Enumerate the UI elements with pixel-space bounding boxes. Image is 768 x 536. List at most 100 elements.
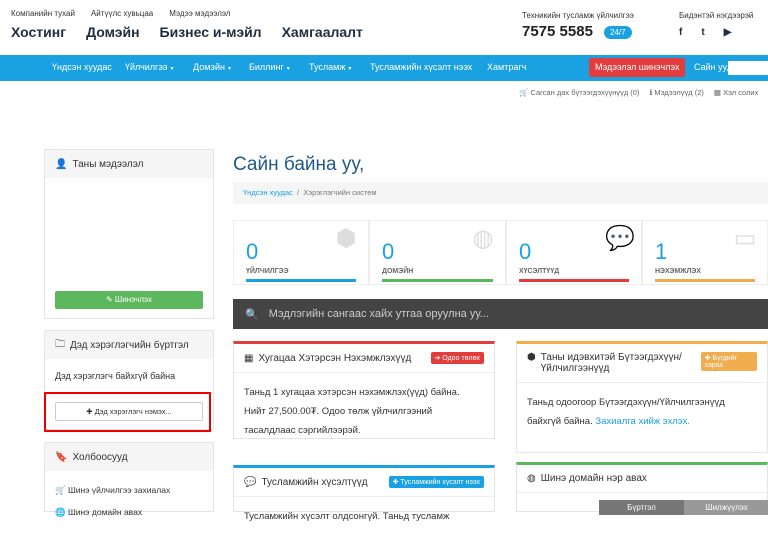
main-links: Хостинг Домэйн Бизнес и-мэйл Хамгаалалт <box>11 24 363 40</box>
shortcut-list: 🛒 Шинэ үйлчилгээ захиалах 🌐 Шинэ домайн … <box>45 471 213 531</box>
nav-support[interactable]: Тусламж ▾ <box>309 62 351 72</box>
nav-services[interactable]: Үйлчилгээ ▾ <box>125 62 174 72</box>
comments-icon: 💬 <box>605 225 635 252</box>
card-header: ▦ Хугацаа Хэтэрсэн Нэхэмжлэхүүд ➔ Одоо т… <box>234 344 494 373</box>
your-info-panel: 👤 Таны мэдээлэл ✎ Шинэчлэх <box>44 149 214 319</box>
toplink-news[interactable]: Мэдээ мэдээлэл <box>169 9 230 18</box>
support-badge: 24/7 <box>604 26 632 39</box>
stat-label: НЭХЭМЖЛЭХ <box>655 268 701 275</box>
card-header: 💬 Тусламжийн хүсэлтүүд ✚ Тусламжийн хүсэ… <box>234 468 494 497</box>
cart-link[interactable]: 🛒 Сагсан дах бүтээгдэхүүнүүд (0) <box>519 88 639 97</box>
mainlink-security[interactable]: Хамгаалалт <box>282 24 363 40</box>
folder-icon: 🗀 <box>55 338 65 350</box>
utility-bar: 🛒 Сагсан дах бүтээгдэхүүнүүд (0) ℹ Мэдээ… <box>519 88 758 97</box>
nav-open-ticket[interactable]: Тусламжийн хүсэлт нээх <box>370 62 472 72</box>
tab-register[interactable]: Бүртгэл <box>599 500 684 515</box>
site-header: Компанийн тухай Айтүүлс хувьцаа Мэдээ мэ… <box>0 0 768 55</box>
panel-header: 🗀 Дэд хэрэглэгчийн бүртгэл <box>45 331 213 359</box>
stat-number: 0 <box>382 239 395 264</box>
info-icon: ℹ <box>649 88 653 97</box>
stat-bar <box>519 279 629 282</box>
language-icon: ▦ <box>713 88 721 97</box>
search-input[interactable]: Мэдлэгийн сангаас хайх утгаа оруулна уу.… <box>269 308 489 320</box>
stat-bar <box>382 279 493 282</box>
support-label: Техникийн тусламж үйлчилгээ <box>522 11 634 20</box>
mainlink-domain[interactable]: Домэйн <box>86 24 139 40</box>
update-info-button[interactable]: Мэдээлэл шинэчлэх <box>589 58 686 77</box>
facebook-icon[interactable]: f <box>679 27 682 38</box>
tab-transfer[interactable]: Шилжүүлэх <box>684 500 768 515</box>
stat-label: ДОМЭЙН <box>382 268 414 275</box>
stat-bar <box>246 279 356 282</box>
breadcrumb-current: Хэрэглэгчийн систем <box>303 188 377 197</box>
user-icon: 👤 <box>55 158 68 170</box>
main-nav: Үндсэн хуудас Үйлчилгээ ▾ Домэйн ▾ Биллинг… <box>0 55 768 81</box>
language-link[interactable]: ▦ Хэл солих <box>714 88 758 97</box>
notices-link[interactable]: ℹ Мэдээлүүд (2) <box>649 88 703 97</box>
mainlink-hosting[interactable]: Хостинг <box>11 24 66 40</box>
chevron-down-icon: ▾ <box>286 66 290 72</box>
stat-label: ХҮСЭЛТҮҮД <box>519 268 560 275</box>
social-icons: f t ▶ <box>679 27 731 38</box>
contacts-empty-text: Дэд хэрэглэгч байхгүй байна <box>55 371 176 381</box>
calculator-icon: ▦ <box>244 352 254 364</box>
twitter-icon[interactable]: t <box>701 27 704 38</box>
active-services-card: ⬢ Таны идэвхитэй Бүтээгдэхүүн/ Үйлчилгээ… <box>516 341 768 453</box>
cube-icon: ⬢ <box>335 225 357 252</box>
social-label: Бидэнтэй нэгдээрэй <box>679 11 754 20</box>
breadcrumb: Үндсэн хуудас / Хэрэглэгчийн систем <box>233 182 768 204</box>
mainlink-email[interactable]: Бизнес и-мэйл <box>160 24 262 40</box>
panel-header: 👤 Таны мэдээлэл <box>45 150 213 178</box>
comments-icon: 💬 <box>244 476 257 488</box>
register-domain-card: ◍ Шинэ домайн нэр авах Бүртгэл Шилжүүлэх <box>516 462 768 515</box>
pay-now-button[interactable]: ➔ Одоо төлөх <box>430 352 484 364</box>
stat-invoices[interactable]: ▭ 1 НЭХЭМЖЛЭХ <box>642 220 768 285</box>
overdue-invoices-card: ▦ Хугацаа Хэтэрсэн Нэхэмжлэхүүд ➔ Одоо т… <box>233 341 495 439</box>
hello-label: Сайн уу, <box>694 62 729 72</box>
kb-search-bar[interactable]: 🔍 Мэдлэгийн сангаас хайх утгаа оруулна у… <box>233 299 768 329</box>
shortcuts-panel: 🔖 Холбоосууд 🛒 Шинэ үйлчилгээ захиалах 🌐 … <box>44 442 214 517</box>
chevron-down-icon: ▾ <box>170 66 174 72</box>
credit-card-icon: ▭ <box>733 225 757 252</box>
nav-billing[interactable]: Биллинг ▾ <box>249 62 290 72</box>
chevron-down-icon: ▾ <box>227 66 231 72</box>
support-phone: 7575 5585 <box>522 23 593 40</box>
breadcrumb-home[interactable]: Үндсэн хуудас <box>243 188 293 197</box>
domain-tabs: Бүртгэл Шилжүүлэх <box>599 500 768 515</box>
bookmark-icon: 🔖 <box>55 451 68 463</box>
stat-bar <box>655 279 755 282</box>
shortcut-order[interactable]: 🛒 Шинэ үйлчилгээ захиалах <box>55 479 203 501</box>
search-icon: 🔍 <box>245 308 259 321</box>
globe-icon: ◍ <box>527 473 536 484</box>
breadcrumb-sep: / <box>294 188 302 197</box>
toplink-shares[interactable]: Айтүүлс хувьцаа <box>91 9 153 18</box>
stat-number: 0 <box>246 239 259 264</box>
open-ticket-button[interactable]: ✚ Тусламжийн хүсэлт нээх <box>388 476 484 488</box>
tickets-card: 💬 Тусламжийн хүсэлтүүд ✚ Тусламжийн хүсэ… <box>233 465 495 522</box>
place-order-link[interactable]: Захиалга хийж эхлэх. <box>595 416 690 427</box>
stat-services[interactable]: ⬢ 0 ҮЙЛЧИЛГЭЭ <box>233 220 369 285</box>
card-header: ◍ Шинэ домайн нэр авах <box>517 465 767 493</box>
stat-label: ҮЙЛЧИЛГЭЭ <box>246 268 289 275</box>
update-button[interactable]: ✎ Шинэчлэх <box>55 291 203 309</box>
panel-header: 🔖 Холбоосууд <box>45 443 213 471</box>
highlight-box <box>44 392 211 432</box>
view-all-button[interactable]: ✚ Бүгдийг харах <box>700 352 757 371</box>
cart-icon: 🛒 <box>519 88 529 97</box>
nav-domain[interactable]: Домэйн ▾ <box>193 62 231 72</box>
chevron-down-icon: ▾ <box>348 66 352 72</box>
stat-number: 0 <box>519 239 532 264</box>
cube-icon: ⬢ <box>527 352 536 363</box>
card-header: ⬢ Таны идэвхитэй Бүтээгдэхүүн/ Үйлчилгээ… <box>517 344 767 383</box>
stat-number: 1 <box>655 239 668 264</box>
shortcut-domain[interactable]: 🌐 Шинэ домайн авах <box>55 501 203 523</box>
nav-partner[interactable]: Хамтрагч <box>487 62 526 72</box>
stat-tickets[interactable]: 💬 0 ХҮСЭЛТҮҮД <box>506 220 642 285</box>
nav-home[interactable]: Үндсэн хуудас <box>52 62 112 72</box>
tickets-text: Тусламжийн хүсэлт олдсонгүй. Таньд тусла… <box>244 511 450 522</box>
globe-icon: ◍ <box>472 225 494 252</box>
user-dropdown[interactable] <box>728 61 768 75</box>
youtube-icon[interactable]: ▶ <box>724 27 732 38</box>
toplink-about[interactable]: Компанийн тухай <box>11 9 75 18</box>
stat-domains[interactable]: ◍ 0 ДОМЭЙН <box>369 220 506 285</box>
